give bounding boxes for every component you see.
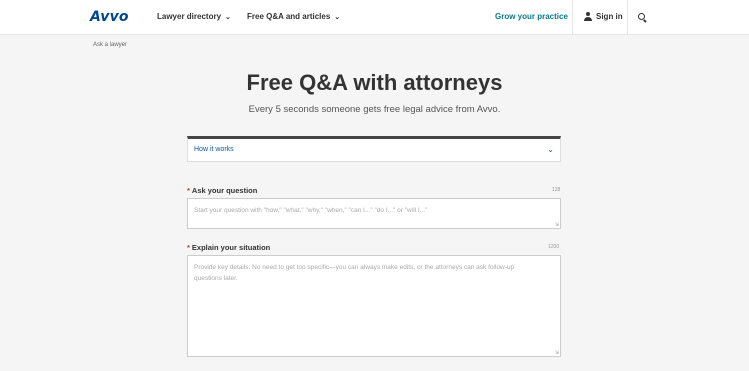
search-icon[interactable] [638,13,647,23]
situation-placeholder: Provide key details. No need to get too … [194,264,515,282]
breadcrumb[interactable]: Ask a lawyer [93,42,127,48]
sign-in-label: Sign in [596,12,623,21]
situation-label: * Explain your situation [187,243,271,252]
chevron-down-icon: ⌄ [225,14,231,21]
page-title: Free Q&A with attorneys [246,70,503,95]
question-char-counter: 128 [552,187,561,193]
chevron-down-icon: ⌄ [334,14,341,21]
nav-lawyer-directory-label: Lawyer directory [157,12,222,21]
grow-your-practice-link[interactable]: Grow your practice [495,12,568,21]
question-textarea[interactable]: Start your question with "how," "what," … [187,198,561,229]
nav-free-qa-label: Free Q&A and articles [247,12,331,21]
sign-in-button[interactable]: Sign in [572,0,628,35]
top-navigation-bar: Avvo Lawyer directory ⌄ Free Q&A and arti… [0,0,749,35]
avvo-logo[interactable]: Avvo [90,9,129,25]
chevron-down-icon: ⌄ [547,145,554,154]
user-icon [584,12,592,21]
nav-lawyer-directory[interactable]: Lawyer directory ⌄ [157,12,231,21]
situation-char-counter: 1200 [548,244,560,250]
how-it-works-label: How it works [194,146,234,153]
situation-label-text: Explain your situation [191,243,271,252]
question-placeholder: Start your question with "how," "what," … [194,207,428,214]
question-label: * Ask your question [187,186,258,195]
question-label-text: Ask your question [191,186,258,195]
situation-textarea[interactable]: Provide key details. No need to get too … [187,255,561,357]
page-subtitle: Every 5 seconds someone gets free legal … [248,104,501,115]
resize-handle-icon[interactable]: ⇲ [555,350,559,356]
nav-free-qa-articles[interactable]: Free Q&A and articles ⌄ [247,12,340,21]
resize-handle-icon[interactable]: ⇲ [555,222,559,228]
how-it-works-accordion[interactable]: How it works ⌄ [187,136,561,162]
